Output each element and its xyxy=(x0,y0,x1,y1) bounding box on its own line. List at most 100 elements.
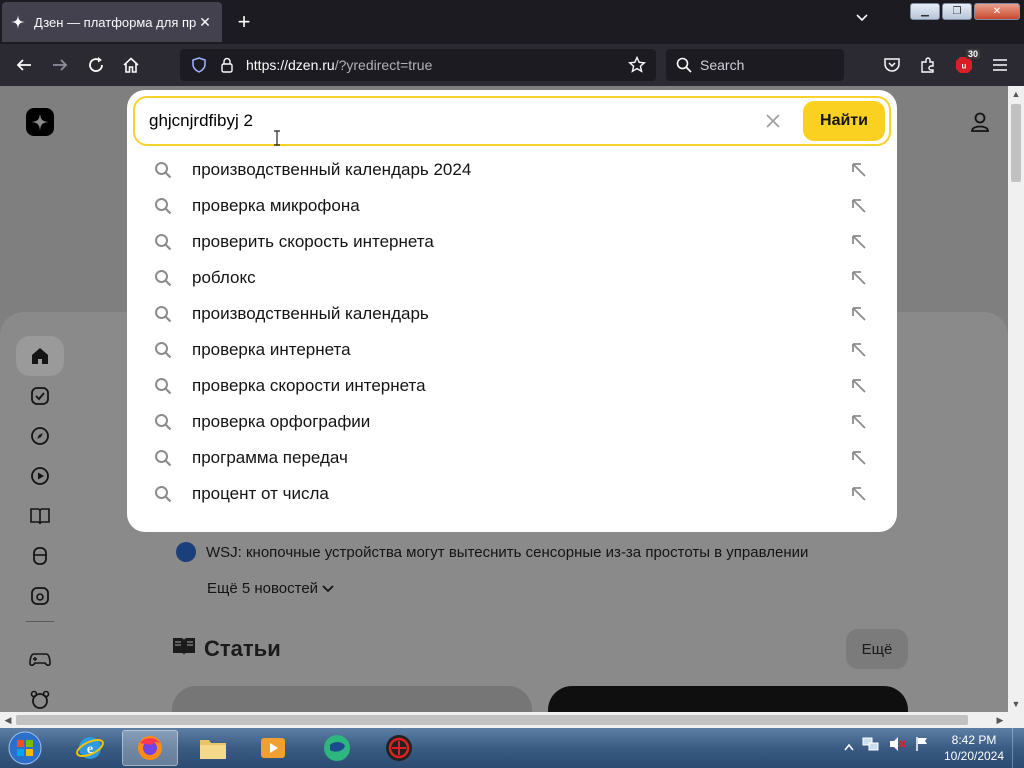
antivirus-app-icon[interactable] xyxy=(371,730,427,766)
article-card[interactable] xyxy=(172,686,532,712)
tab-strip: Дзен — платформа для просмотра ✕ + ▁ ❐ ✕ xyxy=(0,0,1024,44)
insert-suggestion-arrow-icon[interactable] xyxy=(849,232,869,252)
scroll-right-icon[interactable]: ▶ xyxy=(992,712,1008,728)
insert-suggestion-arrow-icon[interactable] xyxy=(849,484,869,504)
suggestion-item[interactable]: производственный календарь 2024 xyxy=(127,152,897,188)
scroll-down-icon[interactable]: ▼ xyxy=(1008,696,1024,712)
suggestion-text: проверка интернета xyxy=(192,340,351,359)
horizontal-scrollbar[interactable]: ◀ ▶ xyxy=(0,712,1024,728)
podcasts-icon[interactable] xyxy=(16,536,64,576)
horizontal-scroll-thumb[interactable] xyxy=(16,715,968,725)
dzen-logo-icon[interactable] xyxy=(26,108,54,136)
insert-suggestion-arrow-icon[interactable] xyxy=(849,268,869,288)
more-news-link[interactable]: Ещё 5 новостей xyxy=(207,580,334,597)
articles-section-title: Статьи xyxy=(172,636,281,662)
insert-suggestion-arrow-icon[interactable] xyxy=(849,160,869,180)
insert-suggestion-arrow-icon[interactable] xyxy=(849,196,869,216)
suggestion-item[interactable]: роблокс xyxy=(127,260,897,296)
video-icon[interactable] xyxy=(16,456,64,496)
close-window-button[interactable]: ✕ xyxy=(974,3,1020,20)
kids-icon[interactable] xyxy=(16,680,64,712)
network-icon[interactable] xyxy=(862,736,880,757)
home-icon[interactable] xyxy=(16,336,64,376)
suggestion-text: процент от числа xyxy=(192,484,329,503)
explore-icon[interactable] xyxy=(16,416,64,456)
system-clock[interactable]: 8:42 PM 10/20/2024 xyxy=(940,732,1008,764)
articles-icon[interactable] xyxy=(16,496,64,536)
search-icon xyxy=(153,268,173,288)
insert-suggestion-arrow-icon[interactable] xyxy=(849,448,869,468)
url-text: https://dzen.ru/?yredirect=true xyxy=(246,57,628,73)
tab-close-icon[interactable]: ✕ xyxy=(196,13,214,31)
articles-book-icon xyxy=(172,636,196,662)
suggestion-item[interactable]: проверка скорости интернета xyxy=(127,368,897,404)
extensions-icon[interactable] xyxy=(916,53,940,77)
suggestion-item[interactable]: проверка орфографии xyxy=(127,404,897,440)
search-input[interactable] xyxy=(149,111,761,131)
adblock-extension-icon[interactable]: u 30 xyxy=(952,49,980,77)
suggestion-text: проверка микрофона xyxy=(192,196,360,215)
file-explorer-icon[interactable] xyxy=(185,730,241,766)
search-suggest-popup: Найти производственный календарь 2024 про… xyxy=(127,90,897,532)
lock-icon[interactable] xyxy=(218,56,236,74)
chevron-down-icon xyxy=(322,580,334,597)
home-button-icon[interactable] xyxy=(119,53,143,77)
insert-suggestion-arrow-icon[interactable] xyxy=(849,340,869,360)
back-icon[interactable] xyxy=(12,53,36,77)
profile-icon[interactable] xyxy=(966,108,994,136)
bookmark-star-icon[interactable] xyxy=(628,56,646,74)
suggestion-item[interactable]: проверка микрофона xyxy=(127,188,897,224)
suggestion-item[interactable]: проверка интернета xyxy=(127,332,897,368)
tab-dzen[interactable]: Дзен — платформа для просмотра ✕ xyxy=(2,2,222,42)
search-icon xyxy=(153,160,173,180)
scroll-left-icon[interactable]: ◀ xyxy=(0,712,16,728)
action-center-flag-icon[interactable] xyxy=(914,736,930,757)
clock-date: 10/20/2024 xyxy=(943,749,1005,763)
suggestion-item[interactable]: программа передач xyxy=(127,440,897,476)
show-desktop-button[interactable] xyxy=(1012,728,1024,768)
suggestion-item[interactable]: производственный календарь xyxy=(127,296,897,332)
clear-icon[interactable] xyxy=(761,109,785,133)
new-tab-button[interactable]: + xyxy=(232,11,256,35)
reload-icon[interactable] xyxy=(84,53,108,77)
articles-more-button[interactable]: Ещё xyxy=(846,629,908,669)
scroll-up-icon[interactable]: ▲ xyxy=(1008,86,1024,102)
insert-suggestion-arrow-icon[interactable] xyxy=(849,412,869,432)
insert-suggestion-arrow-icon[interactable] xyxy=(849,376,869,396)
games-icon[interactable] xyxy=(16,640,64,680)
windows-taskbar: e 8:42 PM 10/20/2024 xyxy=(0,728,1024,768)
find-button[interactable]: Найти xyxy=(803,101,885,141)
minimize-button[interactable]: ▁ xyxy=(910,3,940,20)
search-bar[interactable]: Search xyxy=(666,49,844,81)
search-icon xyxy=(153,412,173,432)
forward-icon[interactable] xyxy=(48,53,72,77)
search-icon xyxy=(153,484,173,504)
svg-text:u: u xyxy=(962,62,967,71)
news-item[interactable]: WSJ: кнопочные устройства могут вытеснит… xyxy=(176,542,808,562)
restore-button[interactable]: ❐ xyxy=(942,3,972,20)
url-path: /?yredirect=true xyxy=(334,57,433,73)
volume-muted-icon[interactable] xyxy=(888,736,906,757)
pocket-icon[interactable] xyxy=(880,53,904,77)
shows-icon[interactable] xyxy=(16,576,64,616)
article-card[interactable] xyxy=(548,686,908,712)
media-player-icon[interactable] xyxy=(245,730,301,766)
start-button[interactable] xyxy=(4,729,46,767)
insert-suggestion-arrow-icon[interactable] xyxy=(849,304,869,324)
suggestion-item[interactable]: процент от числа xyxy=(127,476,897,512)
vertical-scroll-thumb[interactable] xyxy=(1011,104,1021,182)
subscriptions-icon[interactable] xyxy=(16,376,64,416)
address-bar[interactable]: https://dzen.ru/?yredirect=true xyxy=(180,49,656,81)
svg-text:e: e xyxy=(87,742,93,757)
chat-app-icon[interactable] xyxy=(309,730,365,766)
vertical-scrollbar[interactable]: ▲ ▼ xyxy=(1008,86,1024,712)
internet-explorer-icon[interactable]: e xyxy=(62,730,118,766)
menu-hamburger-icon[interactable] xyxy=(988,53,1012,77)
list-all-tabs-icon[interactable] xyxy=(850,12,874,32)
search-field[interactable]: Найти xyxy=(133,96,891,146)
tracking-protection-shield-icon[interactable] xyxy=(190,56,208,74)
suggestion-item[interactable]: проверить скорость интернета xyxy=(127,224,897,260)
news-source-logo xyxy=(176,542,196,562)
firefox-icon[interactable] xyxy=(122,730,178,766)
show-hidden-icons-icon[interactable] xyxy=(844,738,854,756)
